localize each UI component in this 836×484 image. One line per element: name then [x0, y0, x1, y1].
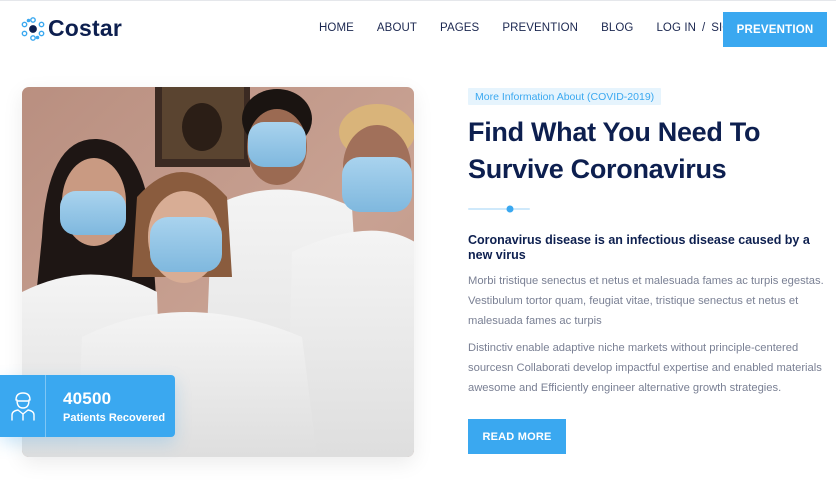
prevention-cta-button[interactable]: PREVENTION — [723, 12, 827, 47]
brand-logo[interactable]: Costar — [20, 15, 122, 42]
paragraph-2: Distinctiv enable adaptive niche markets… — [468, 342, 822, 394]
nav-home[interactable]: HOME — [319, 22, 354, 34]
page-title: Find What You Need To Survive Coronaviru… — [468, 114, 798, 188]
nav-blog[interactable]: BLOG — [601, 22, 633, 34]
title-line-1: Find What You Need To — [468, 117, 761, 147]
section-subtitle: Coronavirus disease is an infectious dis… — [468, 233, 810, 262]
patients-recovered-card: 40500 Patients Recovered — [0, 375, 175, 437]
brand-name: Costar — [48, 15, 123, 41]
main-nav: HOME ABOUT PAGES PREVENTION BLOG LOG IN … — [319, 22, 755, 34]
nav-pages[interactable]: PAGES — [440, 22, 479, 34]
doctor-icon — [10, 392, 35, 421]
read-more-button[interactable]: READ MORE — [468, 419, 566, 454]
molecule-logo-icon — [21, 16, 45, 41]
nav-about[interactable]: ABOUT — [377, 22, 417, 34]
site-header: Costar HOME ABOUT PAGES PREVENTION BLOG … — [0, 0, 836, 58]
title-divider — [468, 205, 530, 213]
patients-count: 40500 — [63, 388, 112, 408]
patients-label: Patients Recovered — [63, 411, 166, 424]
nav-separator: / — [702, 22, 706, 34]
paragraph-1: Morbi tristique senectus et netus et mal… — [468, 275, 824, 327]
nav-prevention[interactable]: PREVENTION — [502, 22, 578, 34]
info-tag: More Information About (COVID-2019) — [468, 88, 662, 105]
title-line-2: Survive Coronavirus — [468, 154, 727, 184]
nav-login[interactable]: LOG IN — [656, 22, 696, 34]
